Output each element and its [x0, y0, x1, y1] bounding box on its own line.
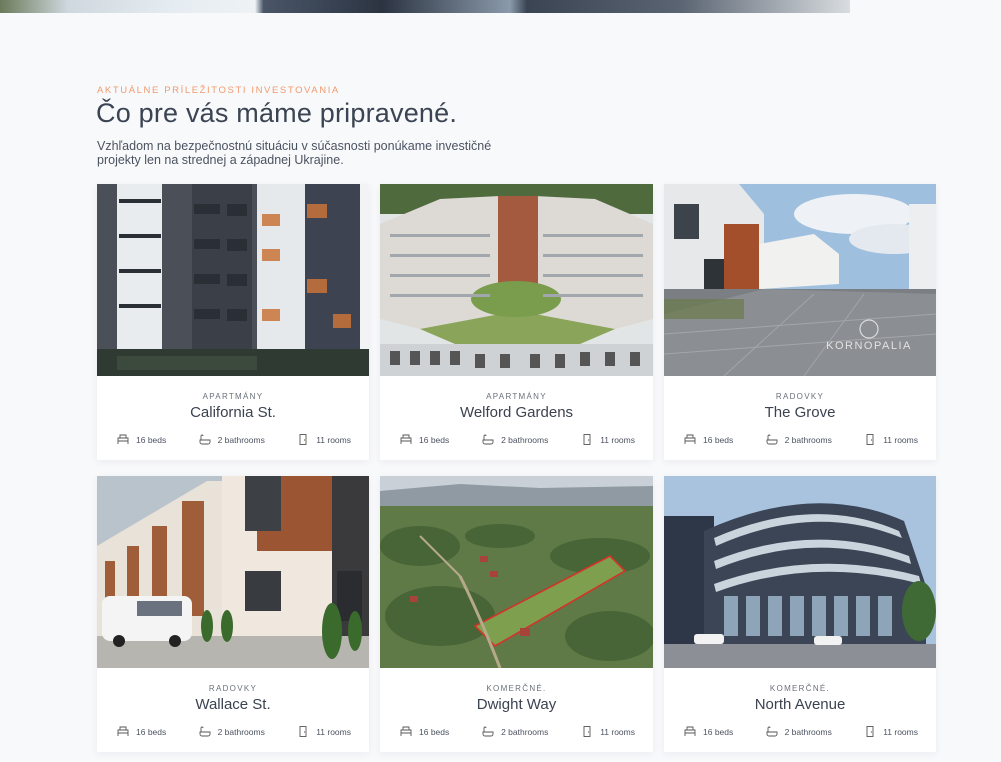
- beds-count: 16 beds: [419, 726, 450, 737]
- door-icon: [581, 726, 593, 737]
- baths-feature: 2 bathrooms: [766, 434, 832, 445]
- property-image[interactable]: [664, 476, 936, 668]
- baths-feature: 2 bathrooms: [199, 726, 265, 737]
- beds-feature: 16 beds: [400, 726, 449, 737]
- property-features: 16 beds 2 bathrooms 11 rooms: [117, 434, 351, 445]
- property-image[interactable]: [97, 476, 369, 668]
- door-icon: [297, 434, 309, 445]
- baths-count: 2 bathrooms: [501, 726, 549, 737]
- rooms-count: 11 rooms: [883, 434, 918, 445]
- property-grid: APARTMÁNY California St. 16 beds 2 bathr…: [97, 184, 936, 752]
- bathtub-icon: [482, 726, 494, 737]
- property-image[interactable]: [380, 476, 653, 668]
- property-card[interactable]: RADOVKY Wallace St. 16 beds 2 bathrooms …: [97, 476, 369, 752]
- door-icon: [864, 726, 876, 737]
- property-card[interactable]: KOMERČNÉ. Dwight Way 16 beds 2 bathrooms…: [380, 476, 653, 752]
- property-card[interactable]: APARTMÁNY California St. 16 beds 2 bathr…: [97, 184, 369, 460]
- rooms-count: 11 rooms: [600, 726, 635, 737]
- rooms-count: 11 rooms: [600, 434, 635, 445]
- baths-feature: 2 bathrooms: [482, 726, 548, 737]
- bed-icon: [684, 726, 696, 737]
- beds-count: 16 beds: [419, 434, 450, 445]
- property-card[interactable]: APARTMÁNY Welford Gardens 16 beds 2 bath…: [380, 184, 653, 460]
- bathtub-icon: [766, 726, 778, 737]
- bed-icon: [684, 434, 696, 445]
- property-category: KOMERČNÉ.: [769, 684, 831, 693]
- beds-feature: 16 beds: [400, 434, 449, 445]
- bed-icon: [400, 726, 412, 737]
- baths-feature: 2 bathrooms: [199, 434, 265, 445]
- svg-text:KORNOPALIA: KORNOPALIA: [826, 340, 912, 352]
- beds-count: 16 beds: [703, 434, 734, 445]
- baths-count: 2 bathrooms: [501, 434, 549, 445]
- property-features: 16 beds 2 bathrooms 11 rooms: [400, 434, 635, 445]
- rooms-count: 11 rooms: [883, 726, 918, 737]
- property-title[interactable]: Welford Gardens: [380, 404, 653, 422]
- property-title[interactable]: The Grove: [664, 404, 936, 422]
- property-image[interactable]: KORNOPALIA: [664, 184, 936, 376]
- beds-count: 16 beds: [703, 726, 734, 737]
- section-eyebrow: AKTUÁLNE PRÍLEŽITOSTI INVESTOVANIA: [97, 85, 340, 96]
- rooms-count: 11 rooms: [316, 726, 351, 737]
- baths-count: 2 bathrooms: [217, 434, 265, 445]
- page: AKTUÁLNE PRÍLEŽITOSTI INVESTOVANIA Čo pr…: [0, 0, 1001, 762]
- property-features: 16 beds 2 bathrooms 11 rooms: [117, 726, 351, 737]
- baths-feature: 2 bathrooms: [482, 434, 548, 445]
- property-category: KOMERČNÉ.: [486, 684, 547, 693]
- property-title[interactable]: Wallace St.: [97, 696, 369, 714]
- property-features: 16 beds 2 bathrooms 11 rooms: [684, 434, 918, 445]
- rooms-feature: 11 rooms: [581, 726, 635, 737]
- baths-count: 2 bathrooms: [784, 434, 832, 445]
- rooms-feature: 11 rooms: [581, 434, 635, 445]
- rooms-feature: 11 rooms: [297, 434, 351, 445]
- property-features: 16 beds 2 bathrooms 11 rooms: [400, 726, 635, 737]
- baths-feature: 2 bathrooms: [766, 726, 832, 737]
- bed-icon: [117, 726, 129, 737]
- beds-feature: 16 beds: [684, 434, 733, 445]
- rooms-feature: 11 rooms: [864, 434, 918, 445]
- rooms-feature: 11 rooms: [297, 726, 351, 737]
- beds-feature: 16 beds: [117, 726, 166, 737]
- door-icon: [297, 726, 309, 737]
- beds-count: 16 beds: [136, 434, 167, 445]
- rooms-count: 11 rooms: [316, 434, 351, 445]
- property-title[interactable]: North Avenue: [664, 696, 936, 714]
- bathtub-icon: [199, 726, 211, 737]
- door-icon: [581, 434, 593, 445]
- hero-image-strip: [0, 0, 850, 13]
- property-features: 16 beds 2 bathrooms 11 rooms: [684, 726, 918, 737]
- property-card[interactable]: KORNOPALIA RADOVKY The Grove 16 beds 2 b…: [664, 184, 936, 460]
- bed-icon: [400, 434, 412, 445]
- baths-count: 2 bathrooms: [217, 726, 265, 737]
- bathtub-icon: [482, 434, 494, 445]
- property-category: APARTMÁNY: [486, 392, 547, 401]
- rooms-feature: 11 rooms: [864, 726, 918, 737]
- property-category: RADOVKY: [775, 392, 825, 401]
- beds-feature: 16 beds: [117, 434, 166, 445]
- bathtub-icon: [766, 434, 778, 445]
- property-category: RADOVKY: [208, 684, 258, 693]
- property-card[interactable]: KOMERČNÉ. North Avenue 16 beds 2 bathroo…: [664, 476, 936, 752]
- property-category: APARTMÁNY: [202, 392, 264, 401]
- section-title: Čo pre vás máme pripravené.: [96, 98, 458, 128]
- beds-count: 16 beds: [136, 726, 167, 737]
- property-image[interactable]: [97, 184, 369, 376]
- baths-count: 2 bathrooms: [784, 726, 832, 737]
- property-image[interactable]: [380, 184, 653, 376]
- property-title[interactable]: California St.: [97, 404, 369, 422]
- section-intro: Vzhľadom na bezpečnostnú situáciu v súča…: [97, 139, 492, 167]
- beds-feature: 16 beds: [684, 726, 733, 737]
- bathtub-icon: [199, 434, 211, 445]
- door-icon: [864, 434, 876, 445]
- bed-icon: [117, 434, 129, 445]
- property-title[interactable]: Dwight Way: [380, 696, 653, 714]
